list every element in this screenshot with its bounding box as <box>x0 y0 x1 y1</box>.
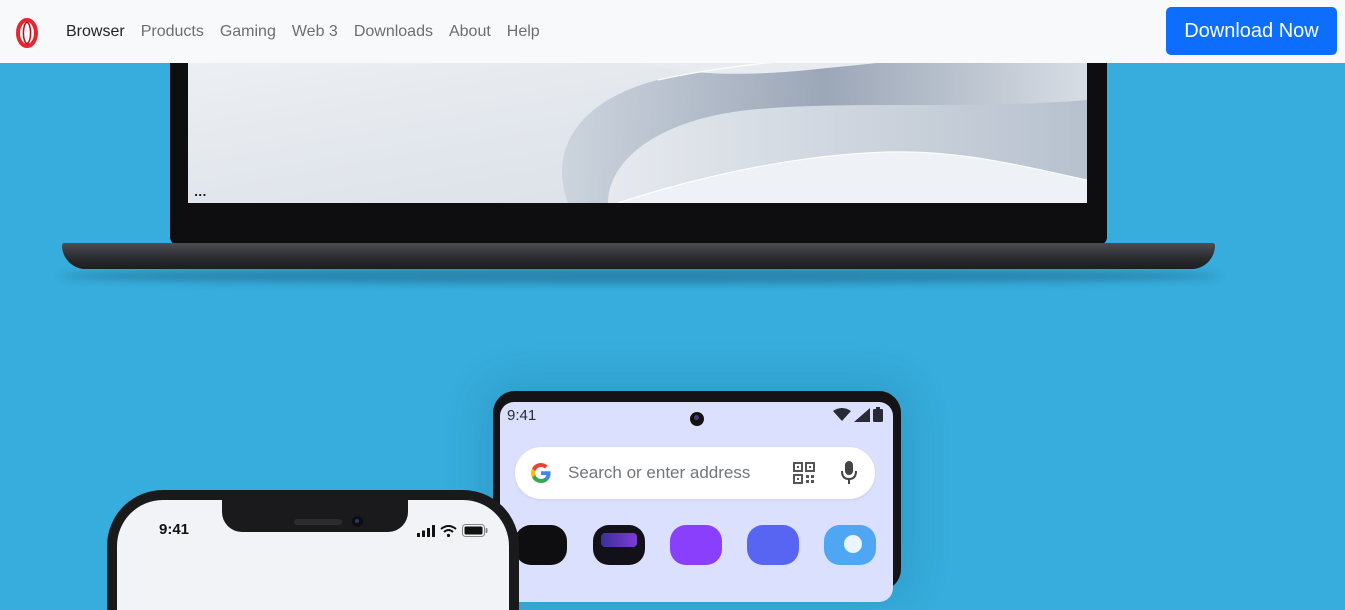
battery-icon <box>873 407 883 422</box>
app-icon-purple[interactable] <box>670 525 722 565</box>
nav-link-products[interactable]: Products <box>133 23 212 41</box>
speaker-grille <box>294 519 342 525</box>
wifi-icon <box>833 407 851 421</box>
qr-code-icon[interactable] <box>793 462 815 484</box>
app-icon-indigo[interactable] <box>747 525 799 565</box>
app-icon-blue[interactable] <box>824 525 876 565</box>
top-navbar: Browser Products Gaming Web 3 Downloads … <box>0 0 1345 63</box>
microphone-icon[interactable] <box>840 460 858 486</box>
iphone-screen: 9:41 <box>117 500 509 610</box>
android-status-icons <box>833 407 883 422</box>
battery-icon <box>462 524 488 537</box>
laptop-base <box>62 243 1215 269</box>
nav-link-about[interactable]: About <box>441 23 499 41</box>
wifi-icon <box>440 524 457 537</box>
nav-link-browser[interactable]: Browser <box>58 23 133 41</box>
google-icon <box>531 463 551 483</box>
download-now-button[interactable]: Download Now <box>1166 7 1337 55</box>
android-status-time: 9:41 <box>507 407 537 424</box>
nav-links: Browser Products Gaming Web 3 Downloads … <box>58 0 548 63</box>
nav-link-gaming[interactable]: Gaming <box>212 23 284 41</box>
signal-icon <box>854 407 870 422</box>
camera-icon <box>690 412 704 426</box>
nav-link-downloads[interactable]: Downloads <box>346 23 441 41</box>
iphone-status-icons <box>417 524 488 537</box>
laptop-screen: ... <box>188 40 1087 203</box>
iphone-status-time: 9:41 <box>159 521 190 538</box>
app-icon-dark-purple[interactable] <box>593 525 645 565</box>
address-search-bar[interactable]: Search or enter address <box>515 447 875 499</box>
laptop-shadow <box>60 268 1220 284</box>
iphone-notch <box>222 500 408 532</box>
nav-link-web3[interactable]: Web 3 <box>284 23 346 41</box>
signal-icon <box>417 524 435 537</box>
nav-link-help[interactable]: Help <box>499 23 548 41</box>
screen-ellipsis: ... <box>194 186 207 199</box>
android-phone-screen: 9:41 Search or enter address <box>500 402 893 602</box>
opera-logo[interactable] <box>16 18 38 48</box>
front-camera-icon <box>352 516 363 527</box>
app-icon-dark[interactable] <box>515 525 567 565</box>
laptop-wallpaper <box>188 40 1087 203</box>
search-placeholder: Search or enter address <box>568 463 751 482</box>
